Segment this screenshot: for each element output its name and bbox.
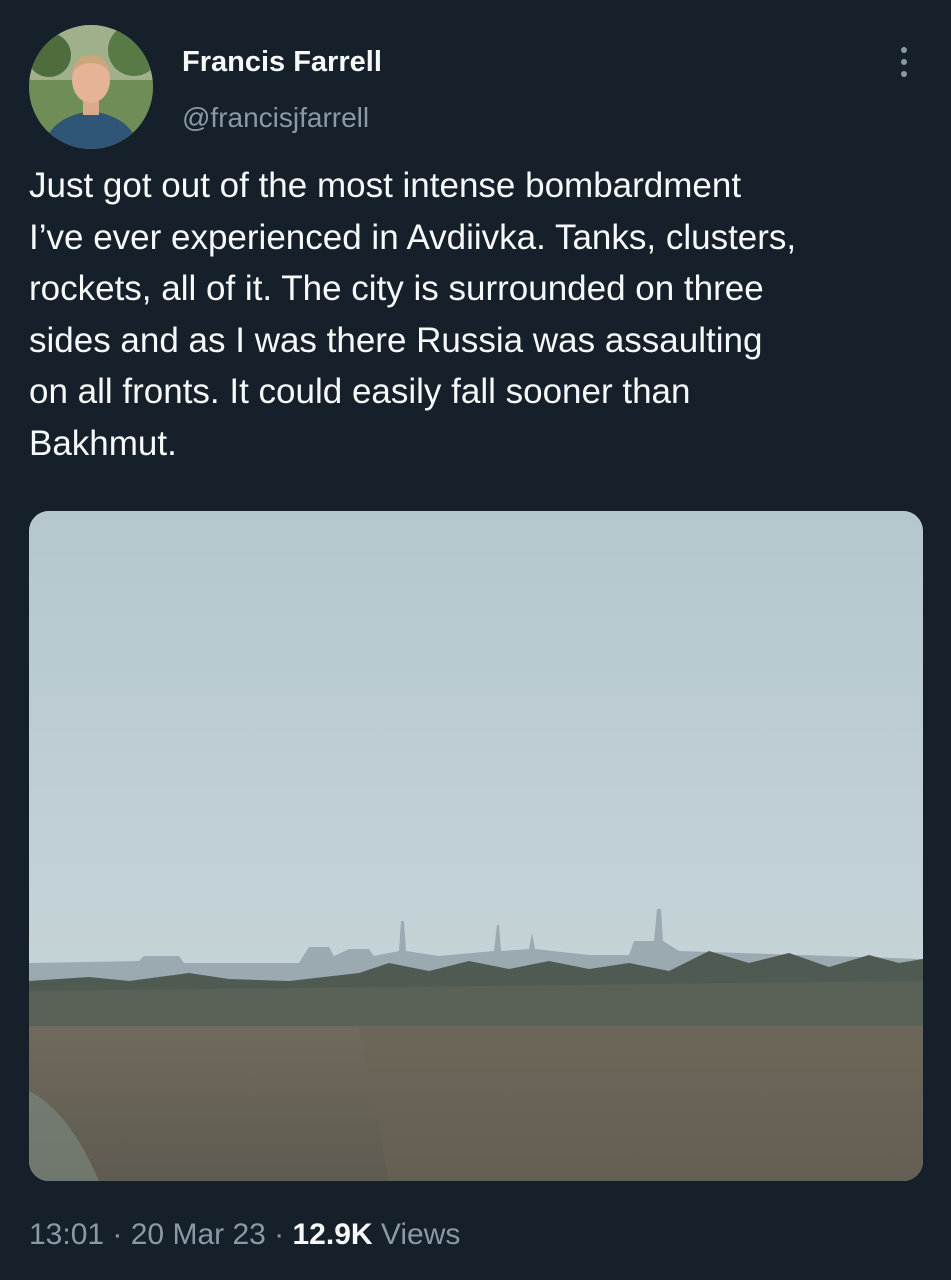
- tweet-text: Just got out of the most intense bombard…: [29, 166, 797, 463]
- meta-separator: ·: [265, 1218, 293, 1251]
- tweet-photo[interactable]: [29, 511, 923, 1181]
- more-vertical-icon-dot: [901, 71, 907, 77]
- meta-separator: ·: [104, 1218, 131, 1251]
- more-vertical-icon-dot: [901, 59, 907, 65]
- tweet-date[interactable]: 20 Mar 23: [131, 1218, 266, 1251]
- more-vertical-icon: [901, 47, 907, 53]
- author-display-name[interactable]: Francis Farrell: [182, 44, 382, 80]
- tweet-metadata: 13:01 · 20 Mar 23 · 12.9K Views: [29, 1215, 460, 1255]
- tweet-time[interactable]: 13:01: [29, 1218, 104, 1251]
- author-handle[interactable]: @francisjfarrell: [182, 100, 369, 136]
- views-count[interactable]: 12.9K: [293, 1218, 373, 1251]
- avatar[interactable]: [29, 25, 153, 149]
- more-options-button[interactable]: [888, 44, 920, 80]
- views-label: Views: [372, 1218, 461, 1251]
